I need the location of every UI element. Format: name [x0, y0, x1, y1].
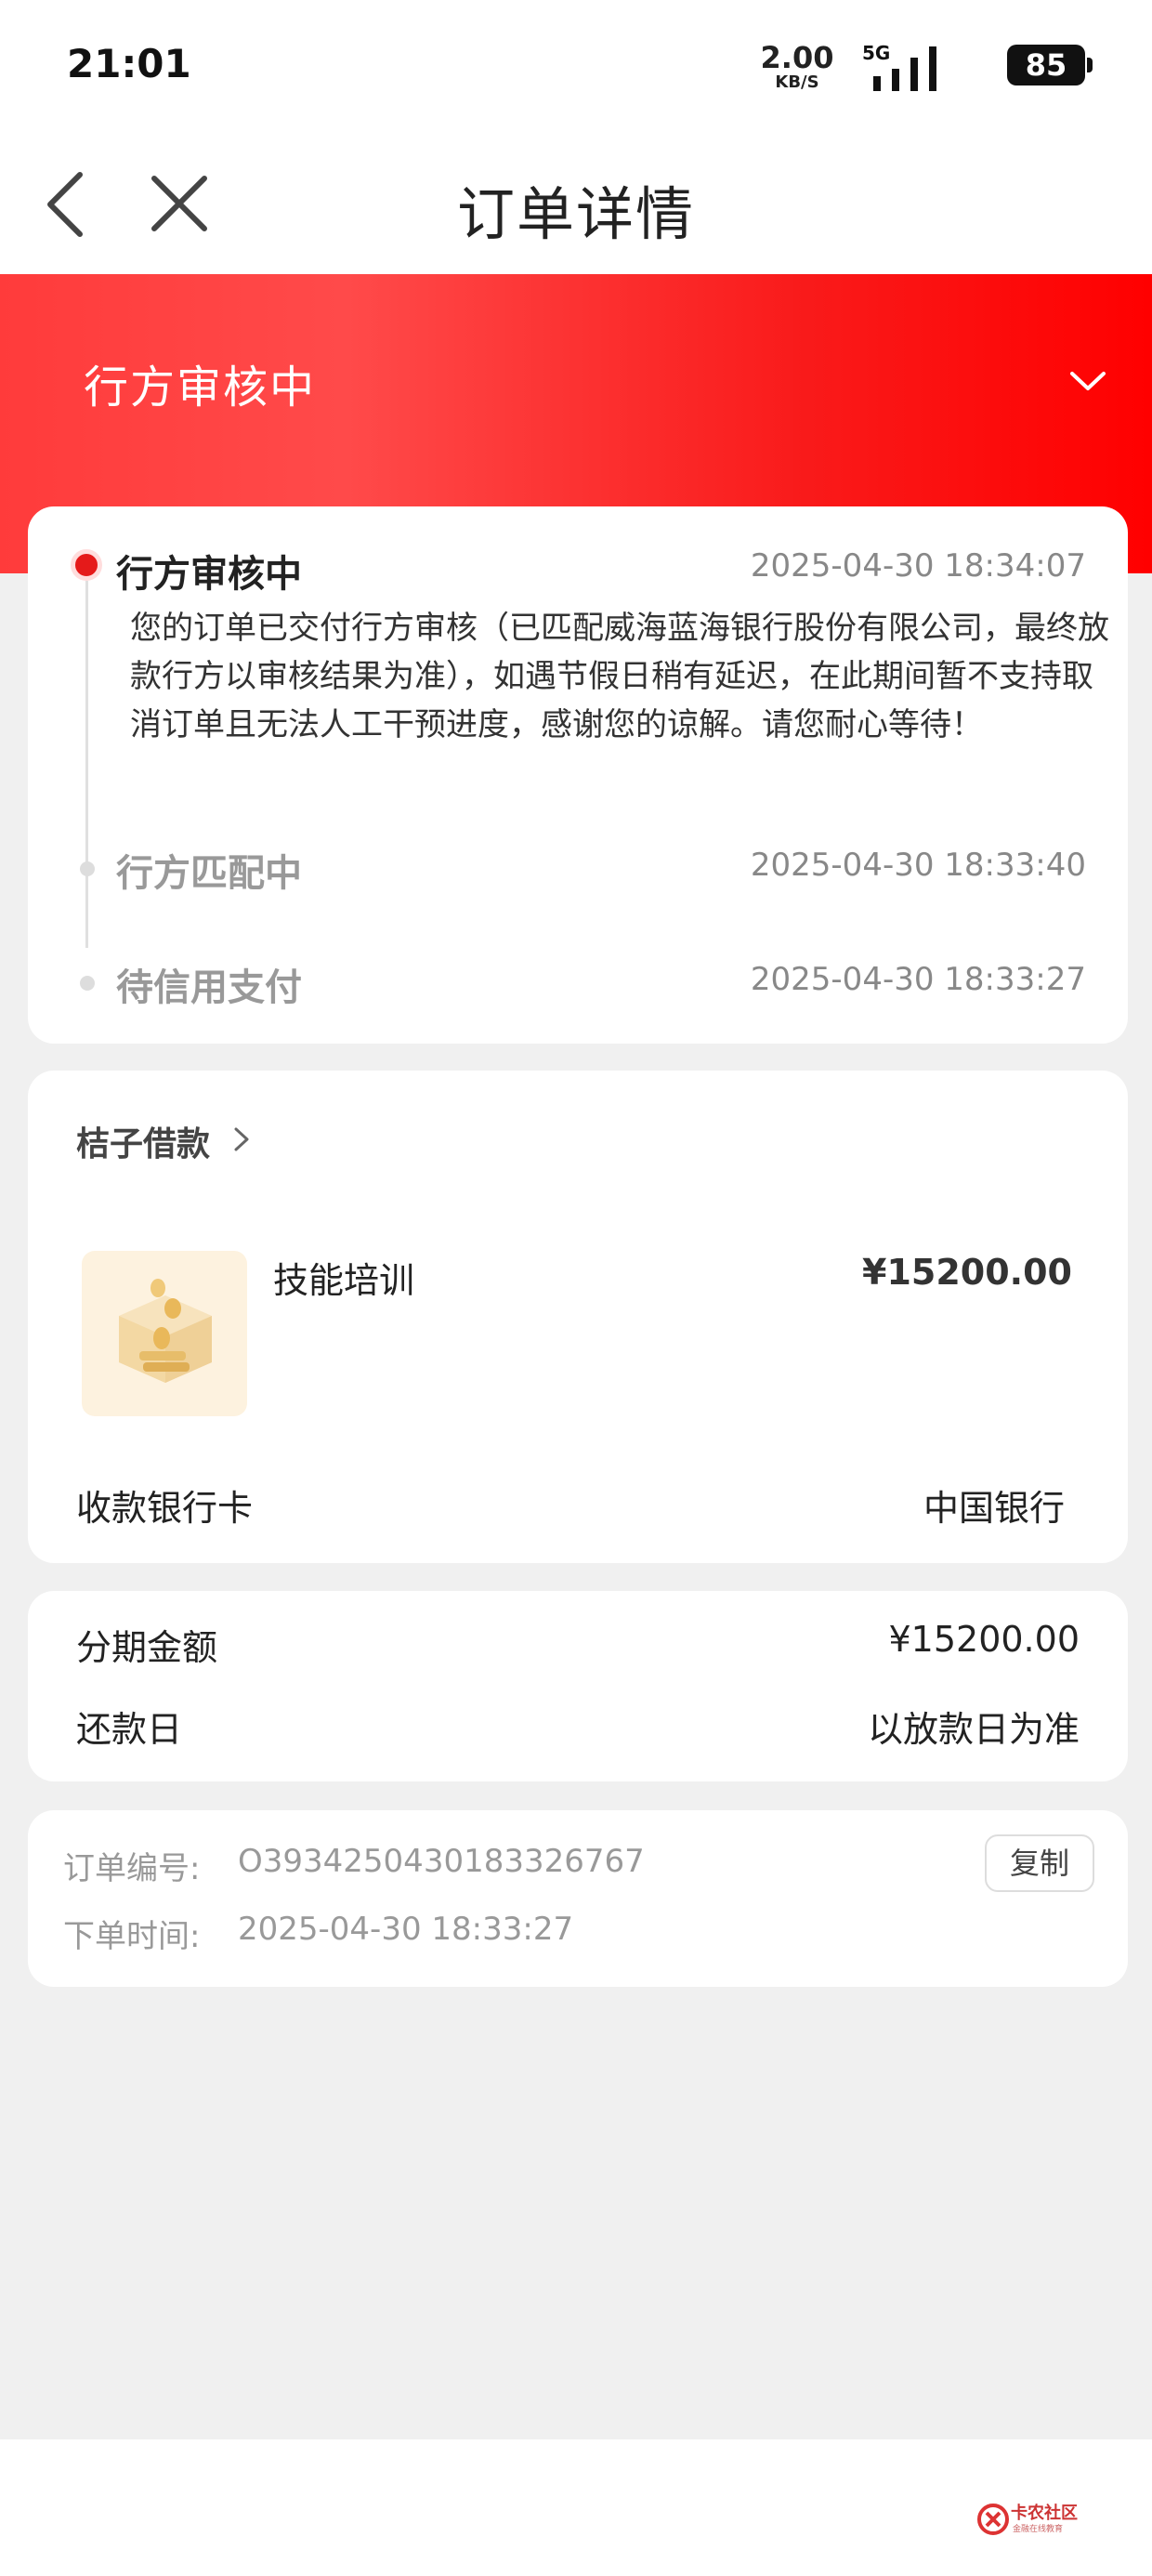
order-number-value: O3934250430183326767 — [238, 1843, 645, 1880]
installment-amount-label: 分期金额 — [76, 1627, 218, 1668]
timeline-step-time: 2025-04-30 18:33:40 — [750, 847, 1086, 884]
network-type: 5G — [862, 42, 890, 64]
product-name: 技能培训 — [273, 1260, 415, 1301]
timeline-step-title: 行方匹配中 — [116, 852, 302, 895]
kanong-logo-icon — [977, 2504, 1009, 2535]
coin-box-icon — [119, 1279, 212, 1383]
net-speed: 2.00 KB/S — [760, 43, 834, 91]
bank-card-label: 收款银行卡 — [76, 1488, 254, 1529]
order-time-label: 下单时间: — [63, 1918, 201, 1955]
merchant-card: 桔子借款 技能培训 ¥15200.00 收款银行卡 中国银行 — [28, 1071, 1128, 1563]
order-number-label: 订单编号: — [63, 1850, 201, 1887]
installment-amount-value: ¥15200.00 — [888, 1619, 1080, 1660]
order-time-value: 2025-04-30 18:33:27 — [238, 1911, 574, 1948]
watermark: 卡农社区 金融在线教育 — [977, 2500, 1098, 2546]
installment-card: 分期金额 ¥15200.00 还款日 以放款日为准 — [28, 1591, 1128, 1781]
timeline-dot — [80, 861, 95, 876]
net-speed-value: 2.00 — [760, 40, 834, 75]
merchant-name-link[interactable]: 桔子借款 — [76, 1117, 210, 1165]
net-speed-unit: KB/S — [775, 72, 819, 92]
repay-day-value: 以放款日为准 — [867, 1709, 1080, 1750]
chevron-down-icon[interactable] — [1067, 362, 1109, 400]
status-time: 21:01 — [67, 41, 191, 86]
timeline-line — [85, 581, 88, 948]
product-price: ¥15200.00 — [862, 1252, 1072, 1293]
timeline-dot-active — [71, 549, 102, 581]
copy-button[interactable]: 复制 — [985, 1834, 1094, 1892]
timeline-step-title: 待信用支付 — [116, 966, 302, 1009]
timeline-step-time: 2025-04-30 18:33:27 — [750, 961, 1086, 998]
timeline-step-time: 2025-04-30 18:34:07 — [750, 547, 1086, 585]
timeline-step-description: 您的订单已交付行方审核（已匹配威海蓝海银行股份有限公司，最终放款行方以审核结果为… — [130, 610, 1109, 743]
signal-5g-icon: 5G — [862, 42, 936, 91]
progress-timeline-card: 行方审核中 2025-04-30 18:34:07 您的订单已交付行方审核（已匹… — [28, 506, 1128, 1044]
banner-status-title: 行方审核中 — [84, 361, 317, 414]
bank-card-value: 中国银行 — [923, 1488, 1065, 1529]
watermark-sub: 金融在线教育 — [1013, 2525, 1064, 2534]
product-thumbnail — [82, 1251, 247, 1416]
nav-bar: 订单详情 — [0, 139, 1152, 274]
battery-icon: 85 — [1007, 45, 1093, 85]
page-title: 订单详情 — [456, 180, 695, 248]
timeline-step-title: 行方审核中 — [116, 553, 302, 596]
chevron-right-icon[interactable] — [230, 1122, 253, 1157]
timeline-dot — [80, 976, 95, 991]
repay-day-label: 还款日 — [76, 1709, 183, 1750]
status-bar: 21:01 2.00 KB/S 5G 85 — [0, 0, 1152, 139]
status-indicators: 2.00 KB/S 5G 85 — [761, 37, 1093, 93]
order-info-card: 订单编号: O3934250430183326767 复制 下单时间: 2025… — [28, 1810, 1128, 1987]
watermark-name: 卡农社区 — [1011, 2504, 1078, 2523]
